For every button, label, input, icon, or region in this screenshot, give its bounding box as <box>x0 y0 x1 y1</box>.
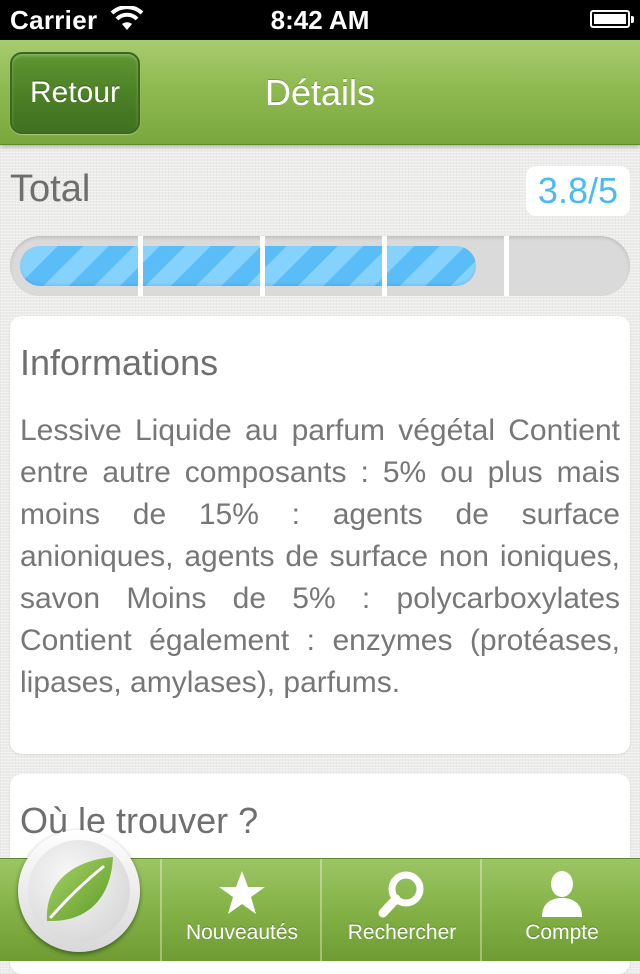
where-to-find-title: Où le trouver ? <box>20 800 259 841</box>
rating-bar-divider <box>382 236 387 296</box>
informations-text: Lessive Liquide au parfum végétal Contie… <box>20 414 620 699</box>
leaf-icon <box>37 847 121 936</box>
tab-nouveautes[interactable]: Nouveautés <box>160 859 320 961</box>
tab-label: Rechercher <box>347 921 457 944</box>
total-label: Total <box>10 168 91 210</box>
rating-bar-divider <box>504 236 509 296</box>
informations-title: Informations <box>20 342 219 383</box>
tab-label: Nouveautés <box>185 921 299 944</box>
informations-card: Informations Lessive Liquide au parfum v… <box>10 316 630 754</box>
star-icon <box>162 869 322 917</box>
person-icon <box>482 869 640 919</box>
rating-bar-fill <box>20 246 476 286</box>
rating-bar <box>10 236 630 296</box>
navigation-bar: Retour Détails <box>0 40 640 145</box>
magnifier-icon <box>322 869 482 919</box>
rating-bar-divider <box>138 236 143 296</box>
tab-compte[interactable]: Compte <box>480 859 640 961</box>
rating-bar-divider <box>260 236 265 296</box>
tab-rechercher[interactable]: Rechercher <box>320 859 480 961</box>
home-tab-button[interactable] <box>18 830 140 952</box>
page-title: Détails <box>264 72 376 113</box>
battery-icon <box>590 10 634 28</box>
status-bar: Carrier 8:42 AM <box>0 0 640 40</box>
tab-label: Compte <box>525 921 599 944</box>
rating-value-badge: 3.8/5 <box>525 166 630 216</box>
clock: 8:42 AM <box>270 5 370 35</box>
